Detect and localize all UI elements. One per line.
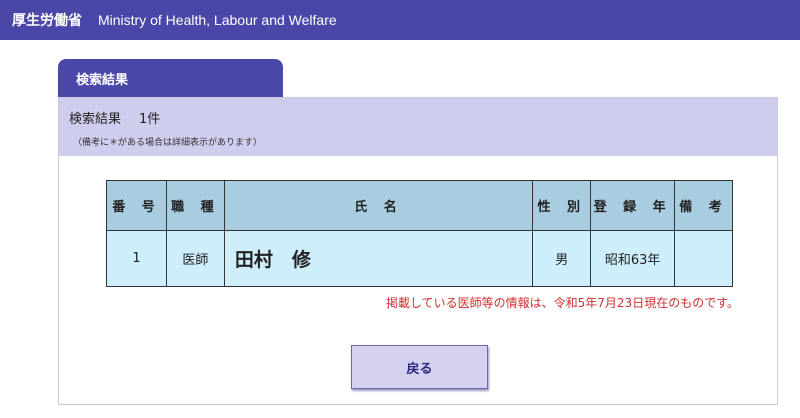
site-header: 厚生労働省 Ministry of Health, Labour and Wel…	[0, 0, 800, 40]
header-sex: 性 別	[532, 180, 592, 231]
header-name: 氏 名	[223, 180, 534, 231]
results-table: 番 号 職 種 氏 名 性 別 登 録 年 備 考 1 医師 田村 修 男 昭和…	[106, 180, 733, 287]
cell-sex: 男	[532, 230, 592, 287]
cell-registration-year: 昭和63年	[590, 230, 676, 287]
back-button[interactable]: 戻る	[351, 345, 488, 389]
header-remarks: 備 考	[674, 180, 733, 231]
header-registration-year: 登 録 年	[590, 180, 676, 231]
ministry-name-jp: 厚生労働省	[12, 13, 82, 29]
tab-search-results: 検索結果	[58, 59, 283, 97]
table-row: 1 医師 田村 修 男 昭和63年	[106, 230, 733, 287]
header-occupation: 職 種	[165, 180, 225, 231]
cell-occupation: 医師	[165, 230, 225, 287]
ministry-name-en: Ministry of Health, Labour and Welfare	[98, 12, 337, 28]
header-number: 番 号	[106, 180, 167, 231]
results-summary: 検索結果 1件 （備考に＊がある場合は詳細表示があります）	[59, 98, 777, 156]
result-count: 1件	[139, 112, 161, 127]
cell-number: 1	[106, 230, 167, 287]
table-header-row: 番 号 職 種 氏 名 性 別 登 録 年 備 考	[106, 180, 733, 231]
remarks-note: （備考に＊がある場合は詳細表示があります）	[73, 138, 263, 148]
cell-remarks	[674, 230, 733, 287]
summary-label: 検索結果	[69, 112, 122, 127]
cell-name: 田村 修	[223, 230, 534, 287]
data-date-notice: 掲載している医師等の情報は、令和5年7月23日現在のものです。	[386, 296, 739, 310]
results-panel: 検索結果 1件 （備考に＊がある場合は詳細表示があります） 番 号 職 種 氏 名…	[58, 97, 778, 405]
